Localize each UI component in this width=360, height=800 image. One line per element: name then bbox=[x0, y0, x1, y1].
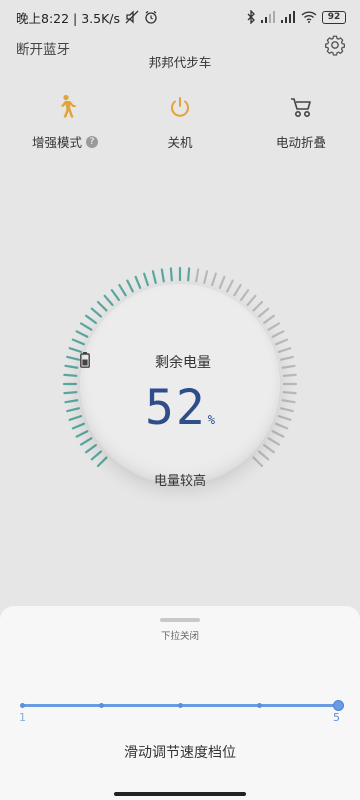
gauge-tick-inactive bbox=[263, 314, 275, 324]
gauge-tick-inactive bbox=[257, 450, 270, 461]
gauge-tick-active bbox=[75, 330, 89, 338]
gauge-tick-active bbox=[160, 268, 165, 283]
settings-button[interactable] bbox=[322, 34, 348, 60]
slider-max-label: 5 bbox=[333, 711, 340, 724]
enhanced-mode-button[interactable]: 增强模式 ? bbox=[10, 92, 120, 151]
gauge-tick-active bbox=[64, 399, 79, 404]
sheet-drag-handle[interactable] bbox=[160, 618, 200, 622]
bluetooth-icon bbox=[246, 10, 256, 24]
battery-percent: 52 bbox=[144, 380, 207, 436]
gauge-tick-active bbox=[66, 407, 80, 413]
gauge-tick-active bbox=[110, 289, 120, 301]
slider-tick bbox=[256, 703, 262, 708]
gauge-tick-inactive bbox=[282, 391, 297, 395]
status-bar: 晚上8:22 | 3.5K/s 92 bbox=[0, 0, 360, 34]
battery-icon: 92 bbox=[322, 10, 346, 24]
home-indicator[interactable] bbox=[114, 792, 246, 796]
gauge-tick-active bbox=[103, 294, 114, 307]
gauge-tick-inactive bbox=[263, 444, 275, 454]
battery-status-text: 电量较高 bbox=[153, 474, 206, 489]
enhanced-mode-label: 增强模式 bbox=[31, 135, 82, 150]
gauge-tick-inactive bbox=[271, 330, 285, 338]
speed-level-slider[interactable] bbox=[19, 700, 344, 722]
gauge-dial: 剩余电量 52% 电量较高 bbox=[80, 284, 280, 489]
gauge-tick-inactive bbox=[274, 338, 289, 346]
gauge-tick-inactive bbox=[246, 294, 257, 307]
gauge-tick-active bbox=[63, 373, 78, 377]
speed-adjust-title: 滑动调节速度档位 bbox=[124, 745, 236, 761]
battery-gauge: 剩余电量 52% 电量较高 bbox=[58, 262, 302, 506]
gauge-tick-inactive bbox=[277, 347, 292, 353]
gauge-tick-active bbox=[169, 267, 173, 282]
power-icon bbox=[168, 92, 192, 122]
gauge-tick-active bbox=[79, 322, 93, 331]
remaining-battery-label: 剩余电量 bbox=[155, 355, 211, 371]
electric-fold-label: 电动折叠 bbox=[275, 135, 326, 150]
gauge-tick-inactive bbox=[211, 272, 217, 287]
action-row: 增强模式 ? 关机 电动折叠 bbox=[0, 92, 360, 152]
gauge-tick-active bbox=[118, 283, 127, 297]
gauge-tick-inactive bbox=[281, 364, 296, 369]
slider-tick bbox=[19, 703, 25, 708]
gauge-tick-inactive bbox=[218, 275, 226, 290]
app-header: 断开蓝牙 邦邦代步车 bbox=[0, 34, 360, 74]
gauge-tick-active bbox=[187, 267, 191, 282]
wifi-icon bbox=[301, 11, 317, 23]
electric-fold-button[interactable]: 电动折叠 bbox=[246, 92, 356, 151]
gauge-tick-active bbox=[96, 300, 108, 312]
gauge-tick-inactive bbox=[226, 279, 234, 293]
gauge-tick-active bbox=[63, 391, 78, 395]
status-right: 92 bbox=[246, 10, 346, 24]
gauge-tick-active bbox=[66, 355, 80, 361]
gauge-tick-active bbox=[96, 456, 108, 468]
gauge-tick-inactive bbox=[280, 407, 294, 413]
gauge-tick-active bbox=[79, 437, 93, 446]
power-off-label: 关机 bbox=[167, 135, 193, 150]
gauge-tick-active bbox=[64, 364, 79, 369]
gauge-tick-inactive bbox=[277, 415, 292, 421]
gauge-tick-inactive bbox=[203, 270, 209, 284]
help-icon[interactable]: ? bbox=[86, 135, 98, 148]
gauge-tick-inactive bbox=[252, 300, 264, 312]
gauge-tick-active bbox=[85, 314, 97, 324]
alarm-icon bbox=[144, 10, 158, 24]
gauge-tick-inactive bbox=[282, 373, 297, 377]
gauge-tick-inactive bbox=[257, 307, 270, 318]
gauge-tick-active bbox=[85, 444, 97, 454]
slider-thumb[interactable] bbox=[332, 700, 344, 711]
slider-tick bbox=[177, 703, 183, 708]
gauge-tick-active bbox=[90, 307, 103, 318]
gauge-tick-inactive bbox=[233, 283, 242, 297]
signal-icon bbox=[261, 11, 276, 23]
gauge-tick-inactive bbox=[252, 456, 264, 468]
gauge-tick-active bbox=[143, 272, 149, 287]
gauge-tick-inactive bbox=[267, 437, 281, 446]
gauge-tick-active bbox=[151, 270, 157, 284]
signal-icon bbox=[281, 11, 296, 23]
gauge-tick-inactive bbox=[281, 399, 296, 404]
gauge-tick-inactive bbox=[267, 322, 281, 331]
speed-bottom-sheet: 下拉关闭 1 5 滑动调节速度档位 bbox=[0, 606, 360, 800]
slider-tick bbox=[98, 703, 104, 708]
gauge-tick-inactive bbox=[240, 289, 250, 301]
pull-to-close-hint: 下拉关闭 bbox=[160, 631, 199, 642]
status-time-speed: 晚上8:22 | 3.5K/s bbox=[16, 10, 121, 26]
gauge-tick-active bbox=[71, 338, 86, 346]
gear-icon bbox=[324, 34, 346, 60]
device-name: 邦邦代步车 bbox=[148, 55, 212, 70]
status-left: 晚上8:22 | 3.5K/s bbox=[16, 8, 158, 27]
folding-cart-icon bbox=[288, 92, 314, 122]
power-off-button[interactable]: 关机 bbox=[125, 92, 235, 151]
gauge-tick-active bbox=[134, 275, 142, 290]
walking-person-icon bbox=[54, 92, 76, 122]
mute-icon bbox=[125, 10, 139, 24]
gauge-tick-inactive bbox=[195, 268, 200, 283]
gauge-tick-active bbox=[90, 450, 103, 461]
percent-unit: % bbox=[207, 413, 216, 427]
gauge-tick-inactive bbox=[280, 355, 294, 361]
gauge-tick-active bbox=[126, 279, 134, 293]
slider-min-label: 1 bbox=[19, 711, 26, 724]
